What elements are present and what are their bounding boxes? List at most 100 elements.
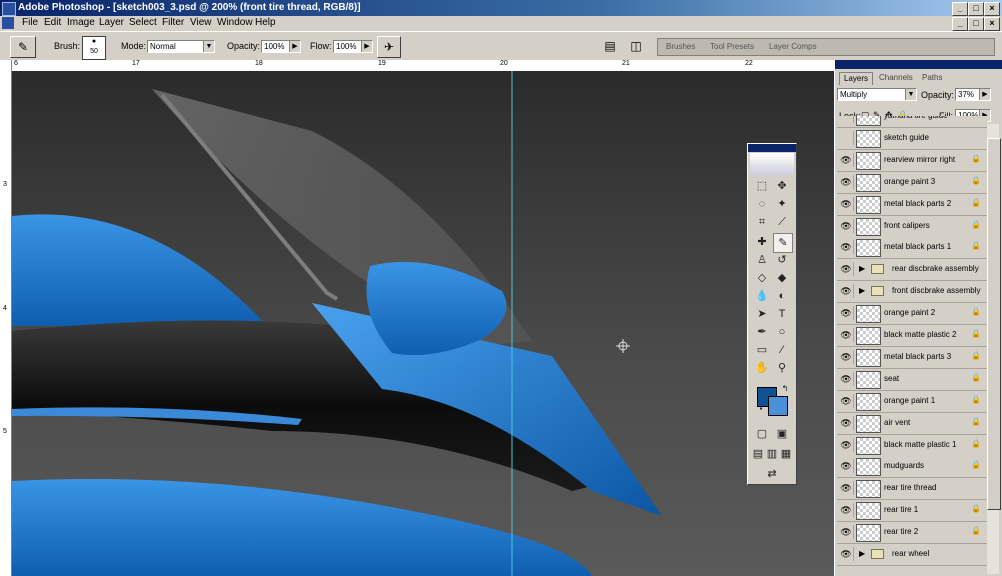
tab-tool-presets[interactable]: Tool Presets [710,42,754,51]
layer-row[interactable]: 👁 orange paint 3 🔒 [837,171,987,194]
path-select-tool-icon[interactable]: ➤ [753,305,771,323]
expand-triangle-icon[interactable]: ▶ [859,264,865,273]
eye-icon[interactable]: 👁 [839,174,854,189]
doc-restore-button[interactable]: □ [968,17,984,31]
eye-icon[interactable]: 👁 [839,393,854,408]
marquee-tool-icon[interactable]: ⬚ [753,177,771,195]
layer-row[interactable]: 👁 metal black parts 1 🔒 [837,237,987,260]
menu-view[interactable]: View [190,17,212,28]
notes-tool-icon[interactable]: ▭ [753,341,771,359]
document-canvas[interactable] [12,71,834,576]
eye-icon[interactable]: 👁 [839,415,854,430]
zoom-tool-icon[interactable]: ⚲ [773,359,791,377]
doc-close-button[interactable]: × [984,17,1000,31]
blur-tool-icon[interactable]: 💧 [753,287,771,305]
blend-mode-select[interactable]: Multiply ▼ [837,88,917,101]
eye-icon[interactable]: 👁 [839,306,854,321]
layer-row[interactable]: 👁 rear tire 1 🔒 [837,500,987,523]
file-browser-button[interactable]: ▤ [601,36,619,56]
eye-icon[interactable]: 👁 [839,262,854,277]
eye-icon[interactable]: 👁 [839,284,854,299]
layer-opacity-field[interactable]: 37% ▶ [955,88,991,101]
standard-mode-icon[interactable]: ▢ [753,425,771,443]
tab-layers[interactable]: Layers [839,72,874,85]
tab-layer-comps[interactable]: Layer Comps [769,42,817,51]
tool-preset-picker[interactable]: ✎ [10,36,36,58]
opacity-field[interactable]: 100% ▶ [261,40,301,53]
expand-triangle-icon[interactable]: ▶ [859,549,865,558]
vertical-ruler[interactable]: 3 4 5 [0,60,12,576]
toolbox-titlebar[interactable] [748,144,796,152]
tab-channels[interactable]: Channels [879,72,913,84]
menu-layer[interactable]: Layer [99,17,124,28]
default-colors-icon[interactable]: ▪ [752,400,770,418]
mode-select[interactable]: Normal ▼ [147,40,215,53]
layer-row[interactable]: 👁 rear tire 2 🔒 [837,522,987,545]
layer-row[interactable]: 👁 rearview mirror right 🔒 [837,149,987,172]
layer-row[interactable]: 👁 black matte plastic 2 🔒 [837,325,987,347]
layer-row[interactable]: 👁 rear tire thread [837,478,987,501]
type-tool-icon[interactable]: T [773,305,791,323]
menu-help[interactable]: Help [255,17,276,28]
doc-minimize-button[interactable]: _ [952,17,968,31]
flow-field[interactable]: 100% ▶ [333,40,373,53]
pen-tool-icon[interactable]: ✒ [753,323,771,341]
airbrush-toggle[interactable]: ✈ [377,36,401,58]
quick-mask-icon[interactable]: ▣ [773,425,791,443]
screen-mode-full-icon[interactable]: ▦ [777,445,795,463]
layer-row[interactable]: 👁 ▶ rear wheel [837,544,987,566]
layer-row[interactable]: 👁 black matte plastic 1 🔒 [837,434,987,457]
history-brush-tool-icon[interactable]: ↺ [773,251,791,269]
eye-icon[interactable]: 👁 [839,437,854,452]
layer-row[interactable]: 👁 mudguards 🔒 [837,456,987,479]
layer-row[interactable]: sketch guide [837,127,987,150]
layer-row[interactable]: 👁 orange paint 2 🔒 [837,303,987,326]
eye-icon[interactable]: 👁 [839,503,854,518]
brush-picker[interactable]: ● 50 [82,36,106,60]
hand-tool-icon[interactable]: ✋ [753,359,771,377]
menu-filter[interactable]: Filter [162,17,184,28]
minimize-button[interactable]: _ [952,2,968,16]
move-tool-icon[interactable]: ✥ [773,177,791,195]
slice-tool-icon[interactable]: ⟋ [773,213,791,231]
stamp-tool-icon[interactable]: ♙ [753,251,771,269]
eye-hidden-icon[interactable] [839,130,854,145]
layer-row[interactable]: 👁 seat 🔒 [837,368,987,391]
maximize-button[interactable]: □ [968,2,984,16]
layer-row[interactable]: 👁 metal black parts 3 🔒 [837,346,987,369]
close-button[interactable]: × [984,2,1000,16]
eye-icon[interactable]: 👁 [839,196,854,211]
eye-icon[interactable]: 👁 [839,371,854,386]
brush-tool-icon[interactable]: ✎ [773,233,793,253]
layers-scrollbar[interactable] [987,124,1001,574]
eye-hidden-icon[interactable] [839,116,854,123]
palette-well-button[interactable]: ◫ [627,36,645,56]
layer-row[interactable]: 👁 metal black parts 2 🔒 [837,193,987,216]
lasso-tool-icon[interactable]: ◌ [753,195,771,213]
adobe-feather-icon[interactable] [750,153,794,175]
paint-bucket-tool-icon[interactable]: ◆ [773,269,791,287]
layer-row[interactable]: 👁 ▶ rear discbrake assembly [837,259,987,282]
eye-icon[interactable]: 👁 [839,240,854,255]
menu-image[interactable]: Image [67,17,95,28]
tab-paths[interactable]: Paths [922,72,942,84]
tab-brushes[interactable]: Brushes [666,42,695,51]
menu-file[interactable]: File [22,17,38,28]
eye-icon[interactable]: 👁 [839,218,854,233]
expand-triangle-icon[interactable]: ▶ [859,286,865,295]
eye-icon[interactable]: 👁 [839,525,854,540]
document-icon[interactable] [2,17,14,29]
jump-to-imageready-icon[interactable]: ⇄ [753,465,791,483]
healing-tool-icon[interactable]: ✚ [753,233,771,251]
eye-icon[interactable]: 👁 [839,349,854,364]
menu-window[interactable]: Window [217,17,253,28]
eye-icon[interactable]: 👁 [839,328,854,342]
shape-tool-icon[interactable]: ○ [773,323,791,341]
swap-colors-icon[interactable]: ↰ [776,380,794,398]
dodge-tool-icon[interactable]: ◐ [773,287,791,305]
menu-select[interactable]: Select [129,17,157,28]
crop-tool-icon[interactable]: ⌗ [753,213,771,231]
eye-icon[interactable]: 👁 [839,547,854,561]
layer-row[interactable]: 👁 air vent 🔒 [837,412,987,435]
layer-row[interactable]: 👁 orange paint 1 🔒 [837,390,987,413]
